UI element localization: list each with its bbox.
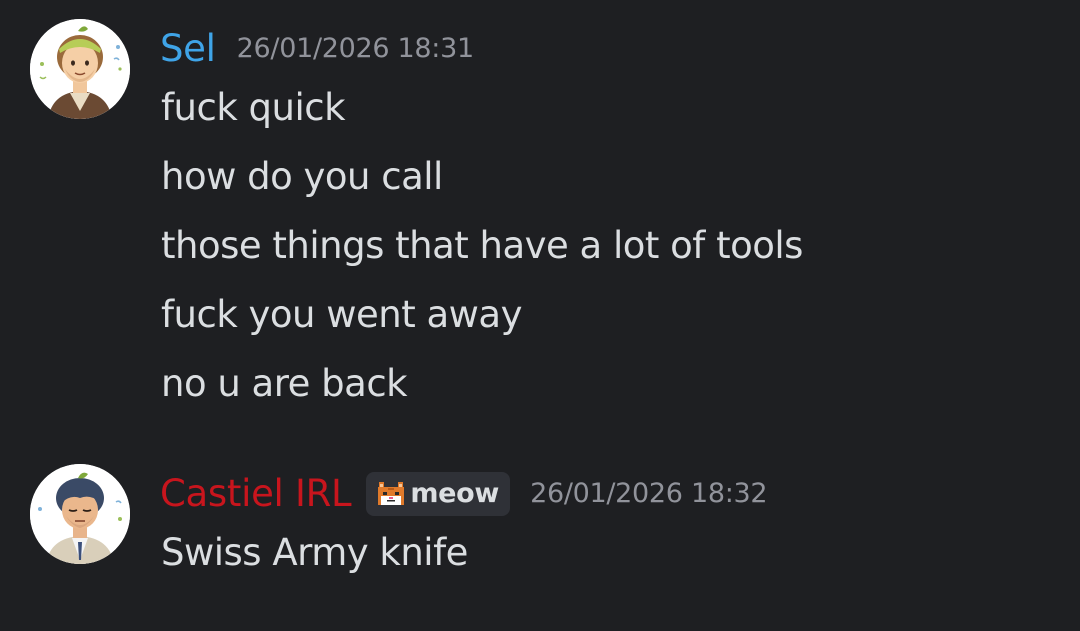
avatar-castiel-image xyxy=(30,464,130,564)
message-text: those things that have a lot of tools xyxy=(161,224,803,267)
avatar-sel-image xyxy=(30,19,130,119)
user-avatar[interactable] xyxy=(30,464,130,564)
username[interactable]: Sel xyxy=(160,27,216,71)
message-header: Sel 26/01/2026 18:31 xyxy=(160,27,474,71)
message-text: Swiss Army knife xyxy=(161,531,468,574)
message-group-castiel: Castiel IRL meow 26/01/2026 18:32 Swiss … xyxy=(0,440,1080,631)
message-text: no u are back xyxy=(161,362,408,405)
message-group-sel: Sel 26/01/2026 18:31 fuck quick how do y… xyxy=(0,0,1080,420)
message-timestamp[interactable]: 26/01/2026 18:31 xyxy=(237,27,475,71)
username[interactable]: Castiel IRL xyxy=(160,472,352,516)
user-avatar[interactable] xyxy=(30,19,130,119)
message-text: fuck you went away xyxy=(161,293,523,336)
message-timestamp[interactable]: 26/01/2026 18:32 xyxy=(530,472,768,516)
message-header: Castiel IRL meow 26/01/2026 18:32 xyxy=(160,472,768,516)
message-text: how do you call xyxy=(161,155,443,198)
role-badge[interactable]: meow xyxy=(366,472,511,516)
cat-face-icon xyxy=(378,482,405,505)
message-text: fuck quick xyxy=(161,86,346,129)
role-badge-label: meow xyxy=(410,478,500,509)
